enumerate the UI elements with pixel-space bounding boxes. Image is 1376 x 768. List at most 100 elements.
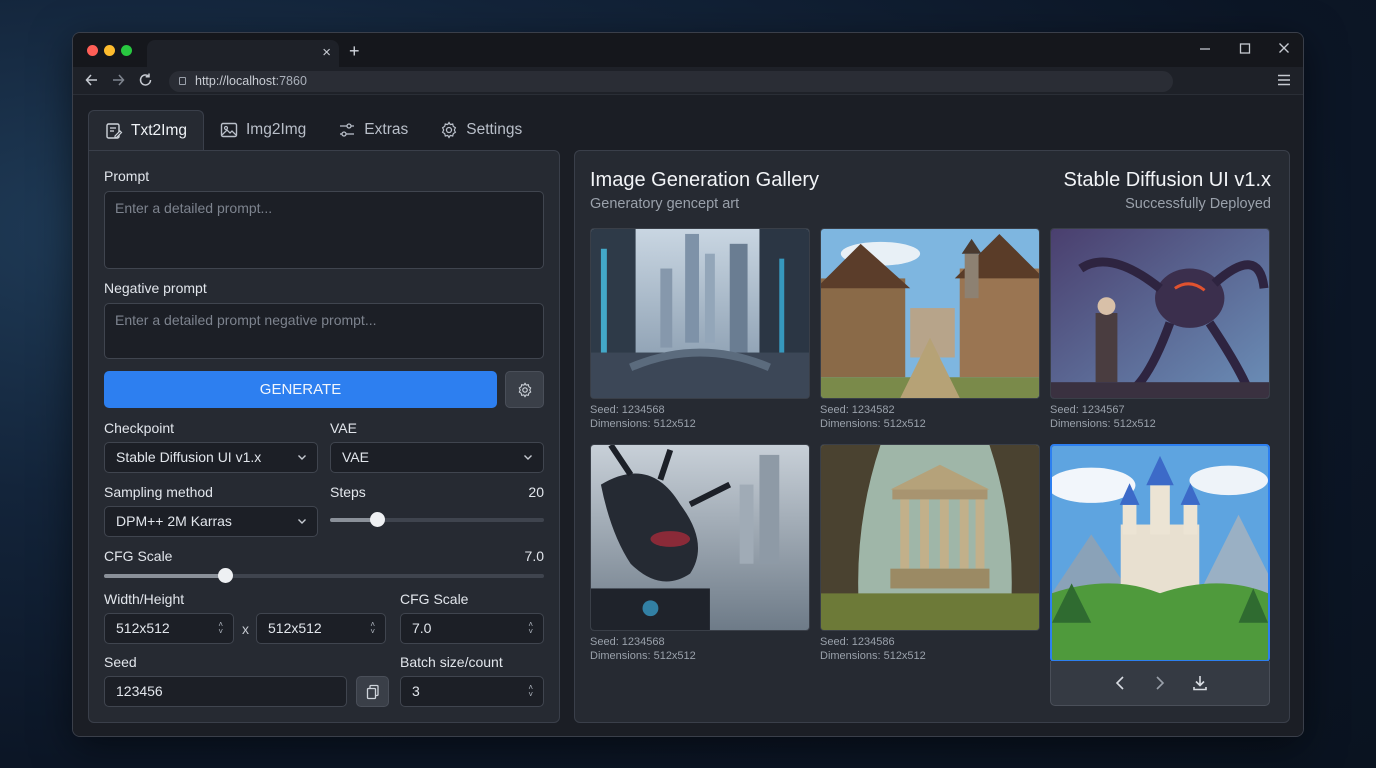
cfg-scale-slider-fill [104, 574, 226, 578]
tab-txt2img[interactable]: Txt2Img [88, 110, 204, 150]
cfg-scale-value: 7.0 [524, 548, 544, 564]
model-title: Stable Diffusion UI v1.x [1063, 169, 1271, 191]
reload-icon[interactable] [139, 70, 153, 94]
next-icon[interactable] [1152, 675, 1168, 691]
tab-extras[interactable]: Extras [322, 110, 424, 150]
gallery-title: Image Generation Gallery [590, 169, 820, 191]
lock-icon [179, 77, 186, 85]
prompt-input[interactable]: Enter a detailed prompt... [104, 191, 544, 269]
close-icon[interactable] [1278, 41, 1290, 58]
steps-slider-handle[interactable] [370, 512, 386, 527]
vae-label: VAE [330, 420, 357, 436]
checkpoint-label: Checkpoint [104, 420, 175, 436]
tab-label: Settings [466, 121, 523, 138]
cfg-scale-slider-handle[interactable] [218, 568, 234, 583]
gallery-image-temple[interactable] [820, 444, 1040, 631]
cfg-scale-input-value: 7.0 [412, 620, 432, 636]
gallery-image-village[interactable] [820, 228, 1040, 399]
copy-seed-button[interactable] [356, 676, 389, 707]
title-bar: × + [73, 33, 1303, 67]
image-meta: Seed: 1234586 Dimensions: 512x512 [820, 635, 926, 663]
creature-artwork [1051, 229, 1269, 398]
tab-img2img[interactable]: Img2Img [204, 110, 322, 150]
cfg-scale-label: CFG Scale [104, 548, 173, 564]
sampling-method-select[interactable]: DPM++ 2M Karras [104, 506, 318, 537]
seed-value: 123456 [116, 683, 163, 699]
gallery-image-city[interactable] [590, 228, 810, 399]
generate-button[interactable]: GENERATE [104, 371, 497, 408]
maximize-window-dot[interactable] [121, 45, 132, 56]
browser-window: × + http://localhost:7860 Txt2Img Img2Im… [72, 32, 1304, 737]
city-artwork [591, 229, 809, 398]
minimize-icon[interactable] [1199, 41, 1211, 58]
minimize-window-dot[interactable] [104, 45, 115, 56]
download-icon[interactable] [1192, 675, 1208, 691]
tab-label: Img2Img [245, 121, 307, 138]
chevron-down-icon [297, 443, 307, 484]
image-meta: Seed: 1234568 Dimensions: 512x512 [590, 635, 696, 663]
stepper-icon[interactable]: ˄ ˅ [528, 684, 533, 699]
url-host: http://localhost [195, 74, 276, 88]
negative-prompt-label: Negative prompt [104, 280, 207, 296]
tab-label: Extras [364, 121, 409, 138]
stepper-icon[interactable]: ˄ ˅ [528, 621, 533, 636]
new-tab-icon[interactable]: + [349, 41, 360, 62]
url-port: :7860 [275, 74, 307, 88]
image-seed: Seed: 1234568 [590, 404, 665, 416]
back-icon[interactable] [85, 70, 99, 94]
browser-tab[interactable]: × [147, 40, 339, 67]
image-dimensions: Dimensions: 512x512 [820, 650, 926, 662]
batch-size-input[interactable]: 3 ˄ ˅ [400, 676, 544, 707]
deploy-status: Successfully Deployed [1125, 196, 1271, 212]
seed-label: Seed [104, 654, 137, 670]
height-value: 512x512 [268, 620, 322, 636]
generation-settings-button[interactable] [505, 371, 544, 408]
close-window-dot[interactable] [87, 45, 98, 56]
width-height-label: Width/Height [104, 591, 185, 607]
image-dimensions: Dimensions: 512x512 [590, 650, 696, 662]
height-input[interactable]: 512x512 ˄ ˅ [256, 613, 386, 644]
clipboard-icon [366, 684, 379, 699]
vae-value: VAE [342, 449, 369, 465]
dragon-artwork [591, 445, 809, 630]
checkpoint-select[interactable]: Stable Diffusion UI v1.x [104, 442, 318, 473]
image-seed: Seed: 1234567 [1050, 404, 1125, 416]
gallery-image-dragon[interactable] [590, 444, 810, 631]
sliders-icon [340, 123, 355, 137]
image-dimensions: Dimensions: 512x512 [820, 418, 926, 430]
image-meta: Seed: 1234567 Dimensions: 512x512 [1050, 403, 1156, 431]
image-icon [220, 122, 238, 138]
village-artwork [821, 229, 1039, 398]
previous-icon[interactable] [1112, 675, 1128, 691]
forward-icon[interactable] [111, 70, 125, 94]
cfg-scale-slider[interactable] [104, 568, 544, 583]
cfg-scale-input[interactable]: 7.0 ˄ ˅ [400, 613, 544, 644]
gallery-panel: Image Generation Gallery Generatory genc… [574, 150, 1290, 723]
tab-close-icon[interactable]: × [322, 44, 331, 62]
edit-note-icon [106, 122, 123, 139]
image-dimensions: Dimensions: 512x512 [1050, 418, 1156, 430]
tab-settings[interactable]: Settings [424, 110, 538, 150]
image-seed: Seed: 1234568 [590, 636, 665, 648]
steps-value: 20 [528, 484, 544, 500]
gallery-image-creature[interactable] [1050, 228, 1270, 399]
negative-prompt-input[interactable]: Enter a detailed prompt negative prompt.… [104, 303, 544, 359]
width-input[interactable]: 512x512 ˄ ˅ [104, 613, 234, 644]
image-meta: Seed: 1234582 Dimensions: 512x512 [820, 403, 926, 431]
batch-size-value: 3 [412, 683, 420, 699]
chevron-down-icon [297, 507, 307, 548]
txt2img-panel: Prompt Enter a detailed prompt... Negati… [88, 150, 560, 723]
address-bar[interactable]: http://localhost:7860 [169, 71, 1173, 92]
width-value: 512x512 [116, 620, 170, 636]
seed-input[interactable]: 123456 [104, 676, 347, 707]
steps-slider[interactable] [330, 512, 544, 527]
image-seed: Seed: 1234586 [820, 636, 895, 648]
checkpoint-value: Stable Diffusion UI v1.x [116, 449, 262, 465]
stepper-icon[interactable]: ˄ ˅ [370, 621, 375, 636]
stepper-icon[interactable]: ˄ ˅ [218, 621, 223, 636]
hamburger-menu-icon[interactable] [1277, 70, 1291, 95]
gallery-image-castle-selected[interactable] [1050, 444, 1270, 662]
steps-label: Steps [330, 484, 366, 500]
vae-select[interactable]: VAE [330, 442, 544, 473]
maximize-icon[interactable] [1239, 41, 1251, 58]
